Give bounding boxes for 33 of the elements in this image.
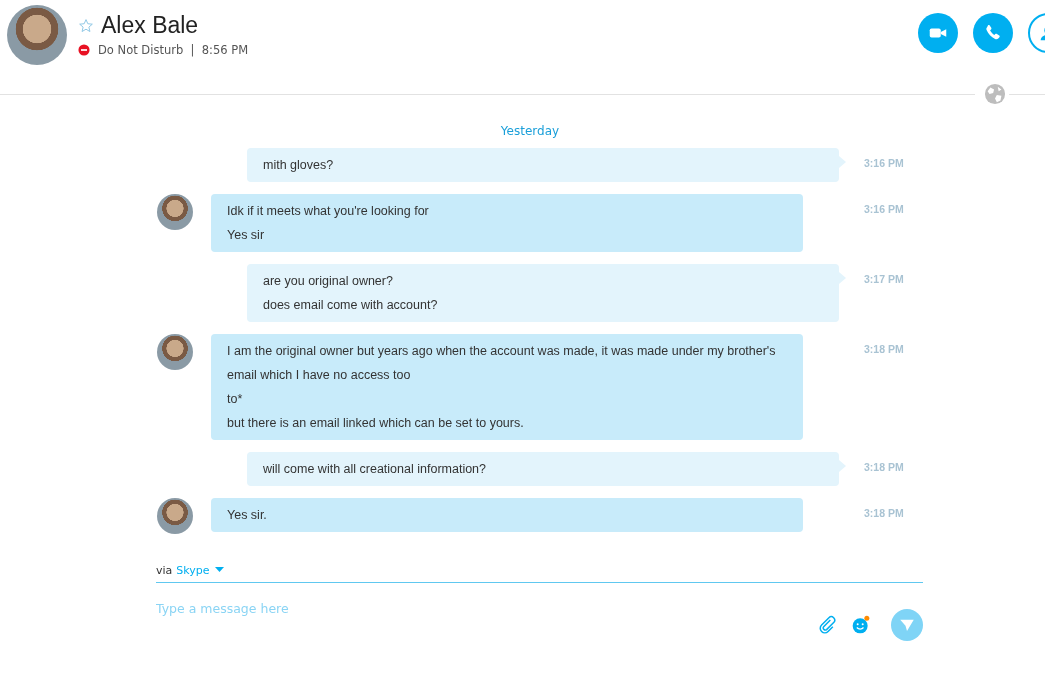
- message-time: 3:18 PM: [864, 342, 904, 355]
- avatar: [157, 334, 193, 370]
- message-time: 3:18 PM: [864, 460, 904, 473]
- do-not-disturb-icon: [78, 44, 90, 56]
- call-button[interactable]: [973, 13, 1013, 53]
- message-time: 3:18 PM: [864, 506, 904, 519]
- message-time: 3:17 PM: [864, 272, 904, 285]
- message-text: mith gloves?: [263, 157, 335, 174]
- message-text: Yes sir.: [227, 507, 268, 524]
- message-time: 3:16 PM: [864, 156, 904, 169]
- avatar: [7, 5, 67, 65]
- message-text: Yes sir: [227, 227, 266, 244]
- contact-name: Alex Bale: [101, 12, 199, 39]
- send-button[interactable]: [891, 609, 923, 641]
- via-label: via: [156, 563, 173, 577]
- message-text: does email come with account?: [263, 297, 439, 314]
- avatar: [157, 194, 193, 230]
- message-text: are you original owner?: [263, 273, 394, 290]
- message-text: will come with all creational information?: [263, 461, 487, 478]
- message-text: to*: [227, 391, 244, 408]
- message-text: but there is an email linked which can be set to yours.: [227, 415, 525, 432]
- date-separator: Yesterday: [499, 124, 561, 138]
- caret-icon: [214, 567, 224, 573]
- star-icon[interactable]: [78, 17, 94, 34]
- status-text: Do Not Disturb | 8:56 PM: [98, 43, 249, 57]
- emoticon-icon[interactable]: [851, 615, 871, 635]
- avatar: [157, 498, 193, 534]
- video-call-button[interactable]: [918, 13, 958, 53]
- message-time: 3:16 PM: [864, 202, 904, 215]
- globe-icon[interactable]: [984, 83, 1006, 105]
- service-dropdown[interactable]: Skype: [176, 563, 224, 577]
- paperclip-icon[interactable]: [817, 615, 837, 635]
- message-text: Idk if it meets what you're looking for: [227, 203, 430, 220]
